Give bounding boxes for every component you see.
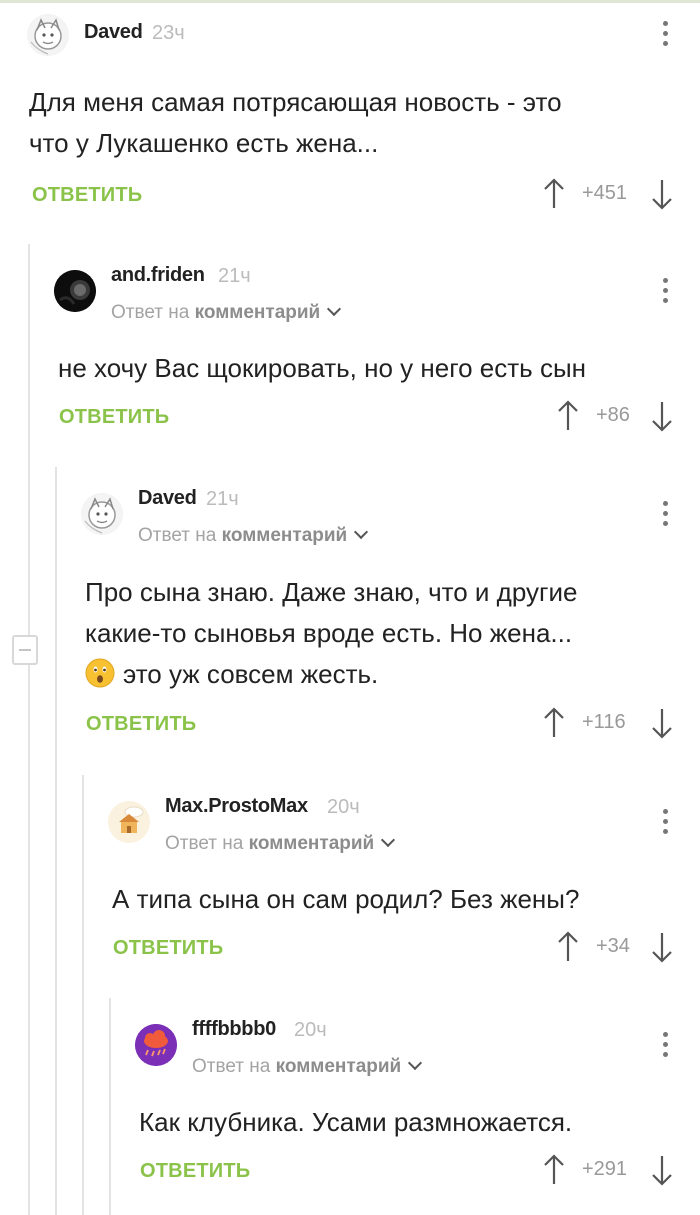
- more-options-icon[interactable]: [660, 501, 670, 529]
- vote-block: +86: [554, 400, 680, 432]
- dark-avatar-icon: [54, 270, 96, 312]
- chevron-down-icon[interactable]: [354, 524, 369, 540]
- downvote-arrow-icon[interactable]: [650, 400, 674, 432]
- more-options-icon[interactable]: [660, 1032, 670, 1060]
- reply-button[interactable]: ОТВЕТИТЬ: [86, 713, 196, 736]
- upvote-arrow-icon[interactable]: [542, 178, 566, 210]
- author-name[interactable]: ffffbbbb0: [192, 1018, 276, 1041]
- more-options-icon[interactable]: [660, 21, 670, 49]
- comment-text: Как клубника. Усами размножается.: [139, 1102, 572, 1143]
- reply-button[interactable]: ОТВЕТИТЬ: [113, 937, 223, 960]
- comment-text-line: не хочу Вас щокировать, но у него есть с…: [58, 353, 586, 383]
- reply-to-target: комментарий: [194, 302, 321, 323]
- comment: Daved 23ч Для меня самая потрясающая нов…: [0, 12, 700, 222]
- comment-time: 20ч: [327, 796, 360, 818]
- comment-time: 21ч: [206, 488, 239, 510]
- author-name[interactable]: Max.ProstoMax: [165, 795, 308, 818]
- top-divider: [0, 0, 700, 3]
- comment-time: 21ч: [218, 265, 251, 287]
- reply-to-prefix: Ответ на: [111, 302, 190, 323]
- vote-block: +34: [554, 931, 680, 963]
- author-name[interactable]: Daved: [84, 21, 143, 44]
- reply-button[interactable]: ОТВЕТИТЬ: [140, 1160, 250, 1183]
- rain-cloud-avatar-icon: [135, 1024, 177, 1066]
- upvote-arrow-icon[interactable]: [542, 707, 566, 739]
- author-name[interactable]: and.friden: [111, 264, 205, 287]
- author-name[interactable]: Daved: [138, 487, 197, 510]
- cat-sketch-avatar-icon: [82, 494, 122, 534]
- reply-to-link[interactable]: Ответ на комментарий: [165, 832, 396, 855]
- comment-text: не хочу Вас щокировать, но у него есть с…: [58, 348, 586, 389]
- comment-text-line: что у Лукашенко есть жена...: [29, 128, 379, 158]
- comment-text-line: какие-то сыновья вроде есть. Но жена...: [85, 618, 573, 648]
- comment-text-line-content: это уж совсем жесть.: [123, 659, 379, 689]
- comment: Daved 21ч Ответ на комментарий Про сына …: [0, 477, 700, 767]
- upvote-arrow-icon[interactable]: [542, 1154, 566, 1186]
- rating-score: +451: [582, 182, 628, 204]
- downvote-arrow-icon[interactable]: [650, 1154, 674, 1186]
- chevron-down-icon[interactable]: [327, 301, 342, 317]
- comment-time: 20ч: [294, 1019, 327, 1041]
- reply-to-link[interactable]: Ответ на комментарий: [111, 301, 342, 324]
- reply-to-prefix: Ответ на: [138, 525, 217, 546]
- avatar[interactable]: [135, 1024, 177, 1066]
- rating-score: +34: [596, 935, 630, 957]
- reply-to-target: комментарий: [275, 1056, 402, 1077]
- avatar[interactable]: [54, 270, 96, 312]
- comment-text-line: Как клубника. Усами размножается.: [139, 1107, 573, 1137]
- rating-score: +116: [582, 711, 626, 733]
- comment: Max.ProstoMax 20ч Ответ на комментарий А…: [0, 785, 700, 985]
- rating-score: +291: [582, 1158, 628, 1180]
- downvote-arrow-icon[interactable]: [650, 707, 674, 739]
- reply-button[interactable]: ОТВЕТИТЬ: [32, 184, 142, 207]
- house-avatar-icon: [108, 801, 150, 843]
- downvote-arrow-icon[interactable]: [650, 178, 674, 210]
- chevron-down-icon[interactable]: [381, 832, 396, 848]
- vote-block: +291: [540, 1154, 680, 1186]
- comment: ffffbbbb0 20ч Ответ на комментарий Как к…: [0, 1008, 700, 1215]
- comment-text-line: Для меня самая потрясающая новость - это: [29, 87, 562, 117]
- vote-block: +451: [540, 178, 680, 210]
- avatar[interactable]: [81, 493, 123, 535]
- reply-to-target: комментарий: [221, 525, 348, 546]
- downvote-arrow-icon[interactable]: [650, 931, 674, 963]
- comment-text-line: Про сына знаю. Даже знаю, что и другие: [85, 577, 578, 607]
- comment-text-line: А типа сына он сам родил? Без жены?: [112, 884, 580, 914]
- comment: and.friden 21ч Ответ на комментарий не х…: [0, 254, 700, 454]
- comment-text: Для меня самая потрясающая новость - это…: [29, 82, 562, 164]
- comment-time: 23ч: [152, 22, 185, 44]
- rating-score: +86: [596, 404, 630, 426]
- reply-to-prefix: Ответ на: [192, 1056, 271, 1077]
- comment-text: Про сына знаю. Даже знаю, что и другие к…: [85, 572, 577, 695]
- reply-button[interactable]: ОТВЕТИТЬ: [59, 406, 169, 429]
- avatar[interactable]: [27, 14, 69, 56]
- reply-to-prefix: Ответ на: [165, 833, 244, 854]
- upvote-arrow-icon[interactable]: [556, 931, 580, 963]
- vote-block: +116: [540, 707, 680, 739]
- comment-text-line: это уж совсем жесть.: [85, 654, 577, 695]
- reply-to-link[interactable]: Ответ на комментарий: [192, 1055, 423, 1078]
- cat-sketch-avatar-icon: [28, 15, 68, 55]
- avatar[interactable]: [108, 801, 150, 843]
- reply-to-link[interactable]: Ответ на комментарий: [138, 524, 369, 547]
- more-options-icon[interactable]: [660, 278, 670, 306]
- upvote-arrow-icon[interactable]: [556, 400, 580, 432]
- reply-to-target: комментарий: [248, 833, 375, 854]
- comment-text: А типа сына он сам родил? Без жены?: [112, 879, 579, 920]
- astonished-face-icon: [85, 658, 115, 688]
- chevron-down-icon[interactable]: [408, 1055, 423, 1071]
- more-options-icon[interactable]: [660, 809, 670, 837]
